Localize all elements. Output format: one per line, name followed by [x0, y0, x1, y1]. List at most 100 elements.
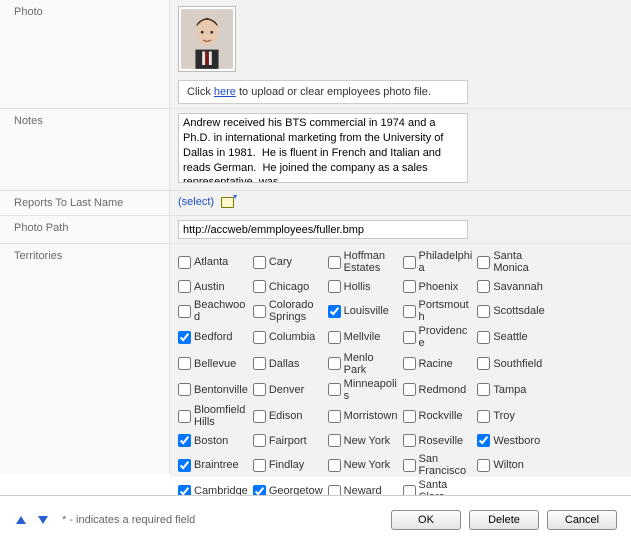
territory-item[interactable]: Savannah: [477, 276, 548, 297]
territory-item[interactable]: Beachwood: [178, 299, 249, 323]
territory-checkbox[interactable]: [477, 256, 490, 269]
territory-checkbox[interactable]: [477, 331, 490, 344]
territory-checkbox[interactable]: [477, 434, 490, 447]
territory-checkbox[interactable]: [178, 434, 191, 447]
territory-item[interactable]: Louisville: [328, 299, 399, 323]
territory-checkbox[interactable]: [477, 410, 490, 423]
territory-checkbox[interactable]: [477, 459, 490, 472]
territory-item[interactable]: Santa Monica: [477, 250, 548, 274]
territory-checkbox[interactable]: [178, 357, 191, 370]
territory-checkbox[interactable]: [477, 305, 490, 318]
territory-checkbox[interactable]: [328, 383, 341, 396]
territory-item[interactable]: Cary: [253, 250, 324, 274]
prev-record-button[interactable]: [14, 513, 28, 527]
territory-checkbox[interactable]: [328, 280, 341, 293]
territory-item[interactable]: Chicago: [253, 276, 324, 297]
territory-item[interactable]: Atlanta: [178, 250, 249, 274]
territory-item[interactable]: Troy: [477, 404, 548, 428]
territory-checkbox[interactable]: [253, 485, 266, 495]
territory-checkbox[interactable]: [403, 280, 416, 293]
territory-checkbox[interactable]: [403, 383, 416, 396]
territory-item[interactable]: Philadelphia: [403, 250, 474, 274]
territory-checkbox[interactable]: [328, 357, 341, 370]
territory-item[interactable]: San Francisco: [403, 453, 474, 477]
territory-item[interactable]: Denver: [253, 378, 324, 402]
territory-item[interactable]: Austin: [178, 276, 249, 297]
lookup-icon[interactable]: [221, 195, 237, 209]
employee-photo[interactable]: [178, 6, 236, 72]
territory-item[interactable]: Providence: [403, 325, 474, 349]
territory-checkbox[interactable]: [253, 383, 266, 396]
territory-checkbox[interactable]: [403, 410, 416, 423]
territory-checkbox[interactable]: [253, 410, 266, 423]
cancel-button[interactable]: Cancel: [547, 510, 617, 530]
territory-item[interactable]: Wilton: [477, 453, 548, 477]
territory-item[interactable]: Bloomfield Hills: [178, 404, 249, 428]
territory-item[interactable]: Santa Clara: [403, 479, 474, 495]
territory-item[interactable]: Racine: [403, 352, 474, 376]
territory-checkbox[interactable]: [477, 383, 490, 396]
delete-button[interactable]: Delete: [469, 510, 539, 530]
territory-item[interactable]: Dallas: [253, 352, 324, 376]
territory-checkbox[interactable]: [328, 485, 341, 495]
territory-item[interactable]: Braintree: [178, 453, 249, 477]
territory-item[interactable]: Southfield: [477, 352, 548, 376]
territory-checkbox[interactable]: [403, 357, 416, 370]
territory-checkbox[interactable]: [328, 331, 341, 344]
territory-item[interactable]: New York: [328, 453, 399, 477]
territory-checkbox[interactable]: [328, 410, 341, 423]
territory-item[interactable]: Bedford: [178, 325, 249, 349]
territory-checkbox[interactable]: [178, 331, 191, 344]
territory-checkbox[interactable]: [253, 256, 266, 269]
territory-item[interactable]: Colorado Springs: [253, 299, 324, 323]
territory-item[interactable]: Portsmouth: [403, 299, 474, 323]
territory-checkbox[interactable]: [403, 256, 416, 269]
territory-item[interactable]: New York: [328, 430, 399, 451]
territory-checkbox[interactable]: [178, 280, 191, 293]
territory-item[interactable]: Hollis: [328, 276, 399, 297]
territory-checkbox[interactable]: [403, 459, 416, 472]
territory-item[interactable]: Minneapolis: [328, 378, 399, 402]
territory-item[interactable]: Redmond: [403, 378, 474, 402]
territory-item[interactable]: Boston: [178, 430, 249, 451]
next-record-button[interactable]: [36, 513, 50, 527]
territory-checkbox[interactable]: [328, 434, 341, 447]
territory-checkbox[interactable]: [403, 331, 416, 344]
territory-checkbox[interactable]: [253, 280, 266, 293]
notes-textarea[interactable]: [178, 113, 468, 183]
territory-item[interactable]: Edison: [253, 404, 324, 428]
territory-item[interactable]: Morristown: [328, 404, 399, 428]
territory-checkbox[interactable]: [403, 434, 416, 447]
territory-item[interactable]: Hoffman Estates: [328, 250, 399, 274]
territory-checkbox[interactable]: [403, 485, 416, 495]
territory-item[interactable]: Phoenix: [403, 276, 474, 297]
territory-checkbox[interactable]: [253, 434, 266, 447]
photo-path-input[interactable]: [178, 220, 468, 239]
territory-checkbox[interactable]: [328, 256, 341, 269]
territory-checkbox[interactable]: [178, 256, 191, 269]
territory-item[interactable]: Georgetow: [253, 479, 324, 495]
territory-item[interactable]: Roseville: [403, 430, 474, 451]
territory-checkbox[interactable]: [253, 357, 266, 370]
territory-checkbox[interactable]: [178, 305, 191, 318]
territory-checkbox[interactable]: [178, 383, 191, 396]
reports-to-select-link[interactable]: (select): [178, 196, 214, 208]
territory-checkbox[interactable]: [178, 410, 191, 423]
territory-checkbox[interactable]: [178, 485, 191, 495]
territory-item[interactable]: Findlay: [253, 453, 324, 477]
territory-checkbox[interactable]: [178, 459, 191, 472]
territory-checkbox[interactable]: [328, 305, 341, 318]
ok-button[interactable]: OK: [391, 510, 461, 530]
upload-link[interactable]: here: [214, 86, 236, 98]
territory-checkbox[interactable]: [253, 331, 266, 344]
territory-item[interactable]: Rockville: [403, 404, 474, 428]
territory-item[interactable]: Scottsdale: [477, 299, 548, 323]
territory-item[interactable]: Westboro: [477, 430, 548, 451]
territory-item[interactable]: Menlo Park: [328, 352, 399, 376]
territory-item[interactable]: Cambridge: [178, 479, 249, 495]
territory-checkbox[interactable]: [328, 459, 341, 472]
territory-checkbox[interactable]: [253, 459, 266, 472]
territory-item[interactable]: Bellevue: [178, 352, 249, 376]
territory-item[interactable]: Mellvile: [328, 325, 399, 349]
territory-checkbox[interactable]: [477, 357, 490, 370]
